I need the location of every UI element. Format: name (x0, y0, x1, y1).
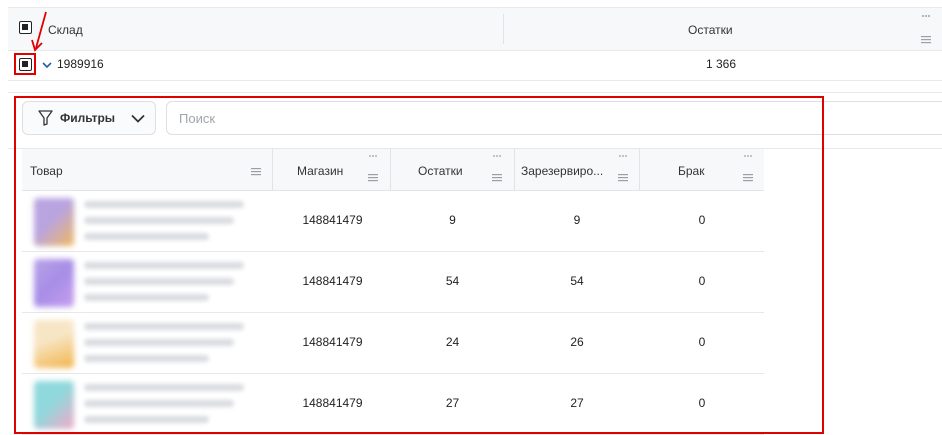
cell-reserved: 54 (570, 274, 584, 288)
inner-table-header: Товар Магазин Остатки Зарезервиро... Бра… (22, 149, 764, 191)
divider (8, 92, 942, 93)
column-header-label: Зарезервиро... (521, 164, 604, 178)
cell-defect: 0 (698, 274, 706, 288)
column-menu-icon[interactable] (919, 12, 933, 44)
filters-button-label: Фильтры (60, 111, 116, 125)
cell-stock: 27 (445, 396, 460, 410)
column-divider[interactable] (503, 14, 504, 44)
column-menu-icon[interactable] (617, 153, 629, 183)
column-header-store[interactable]: Магазин (273, 149, 390, 191)
column-header-stock[interactable]: Остатки (688, 23, 733, 37)
cell-store: 148841479 (302, 335, 363, 349)
warehouse-id: 1989916 (57, 57, 104, 71)
column-header-defect[interactable]: Брак (640, 149, 764, 191)
chevron-down-icon[interactable] (42, 61, 52, 69)
table-row[interactable]: 148841479 54 54 0 (22, 252, 764, 313)
product-description-blurred (84, 384, 254, 432)
table-row (8, 51, 942, 81)
column-menu-icon[interactable] (742, 153, 754, 183)
table-row[interactable]: 148841479 24 26 0 (22, 313, 764, 374)
column-menu-icon[interactable] (367, 153, 379, 183)
cell-defect: 0 (698, 213, 706, 227)
table-row[interactable]: 148841479 9 9 0 (22, 191, 764, 252)
product-image (34, 259, 74, 307)
product-image (34, 381, 74, 429)
cell-store: 148841479 (302, 274, 363, 288)
product-image (34, 198, 74, 246)
outer-table-header: Склад Остатки (8, 7, 942, 51)
product-description-blurred (84, 323, 254, 371)
column-menu-icon[interactable] (250, 155, 262, 185)
cell-reserved: 9 (573, 213, 581, 227)
column-header-reserved[interactable]: Зарезервиро... (515, 149, 639, 191)
table-row[interactable]: 148841479 27 27 0 (22, 374, 764, 435)
column-header-product[interactable]: Товар (22, 149, 272, 191)
column-header-label: Товар (30, 164, 63, 178)
cell-reserved: 27 (570, 396, 584, 410)
column-header-label: Магазин (297, 164, 344, 178)
column-header-label: Остатки (418, 164, 463, 178)
product-image (34, 320, 74, 368)
cell-defect: 0 (698, 396, 706, 410)
row-checkbox-highlight (14, 53, 36, 75)
column-header-warehouse[interactable]: Склад (48, 23, 83, 37)
cell-stock: 9 (449, 213, 456, 227)
product-description-blurred (84, 262, 254, 310)
funnel-icon (38, 110, 53, 126)
cell-defect: 0 (698, 335, 706, 349)
column-header-stock[interactable]: Остатки (391, 149, 514, 191)
search-input[interactable] (166, 101, 942, 135)
cell-store: 148841479 (302, 213, 363, 227)
cell-reserved: 26 (570, 335, 584, 349)
column-menu-icon[interactable] (491, 153, 503, 183)
column-header-label: Брак (678, 164, 705, 178)
chevron-down-icon (131, 114, 145, 123)
filters-button[interactable]: Фильтры (22, 101, 156, 135)
warehouse-stock: 1 366 (706, 57, 737, 71)
cell-stock: 24 (445, 335, 460, 349)
annotation-arrow-icon (31, 11, 47, 52)
cell-stock: 54 (445, 274, 460, 288)
cell-store: 148841479 (302, 396, 363, 410)
product-description-blurred (84, 201, 254, 249)
